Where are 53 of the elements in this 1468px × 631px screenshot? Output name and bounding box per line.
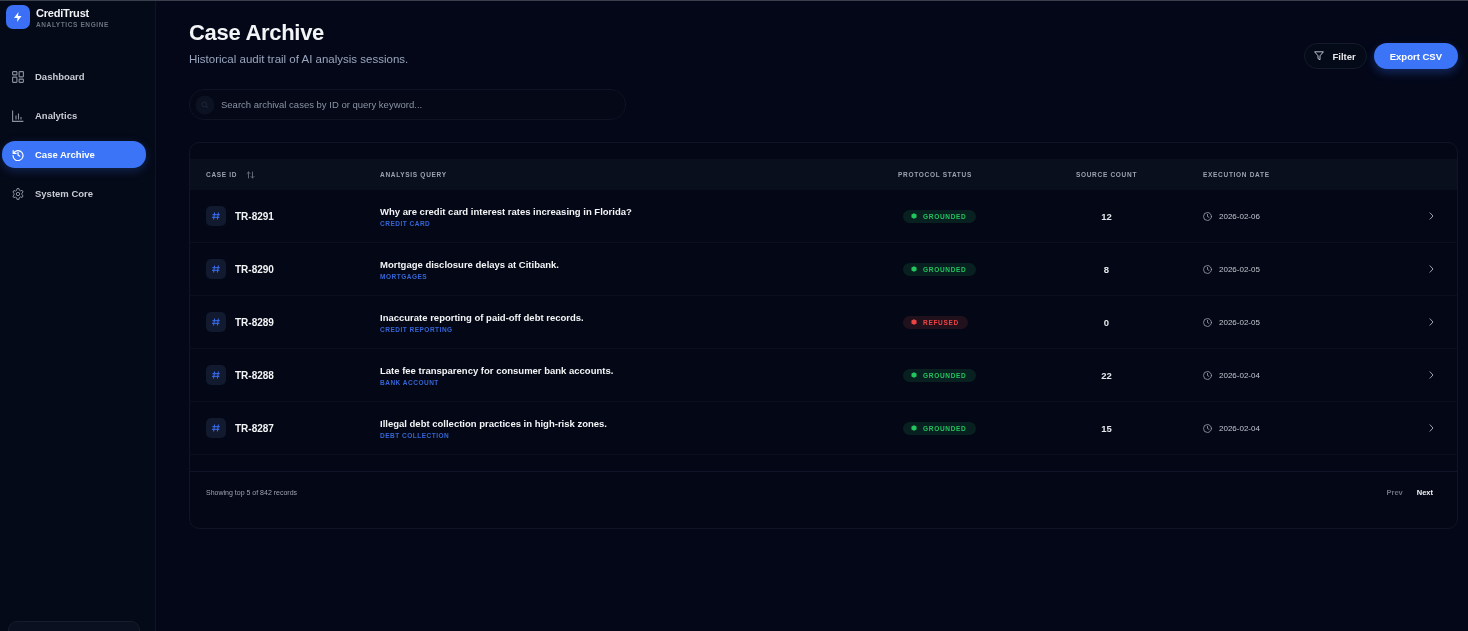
hash-icon (206, 418, 226, 438)
source-count: 0 (1103, 316, 1110, 328)
execution-date: 2026-02-04 (1219, 423, 1260, 433)
grid-icon (12, 70, 24, 83)
query-text: Why are credit card interest rates increasing in Florida? (380, 205, 632, 217)
clock-icon (1203, 370, 1212, 380)
search-icon (195, 94, 215, 115)
case-id: TR-8287 (235, 422, 274, 434)
clock-icon (1203, 264, 1212, 274)
execution-date: 2026-02-05 (1219, 317, 1260, 327)
search-field[interactable]: Search archival cases by ID or query keyword... (189, 89, 626, 120)
filter-icon (1313, 51, 1324, 61)
sidebar-item[interactable]: System Core (2, 180, 146, 207)
case-id: TR-8288 (235, 369, 274, 381)
execution-date: 2026-02-06 (1219, 211, 1260, 221)
filter-button[interactable]: Filter (1303, 43, 1367, 69)
hash-icon (206, 259, 226, 279)
sidebar-item[interactable]: Case Archive (2, 141, 146, 168)
source-count: 15 (1101, 422, 1112, 434)
chevron-right-icon[interactable] (1429, 318, 1434, 326)
query-text: Mortgage disclosure delays at Citibank. (380, 258, 559, 270)
brand-name: CrediTrust (36, 6, 90, 19)
clock-icon (1203, 423, 1212, 433)
sort-icon[interactable] (246, 170, 256, 179)
case-id: TR-8289 (235, 316, 274, 328)
export-button[interactable]: Export CSV (1373, 43, 1458, 69)
sidebar-item[interactable]: Analytics (2, 102, 146, 129)
chevron-right-icon[interactable] (1429, 212, 1434, 220)
case-id: TR-8290 (235, 263, 274, 275)
source-count: 12 (1101, 210, 1112, 222)
hash-icon (206, 312, 226, 332)
query-text: Illegal debt collection practices in high-risk zones. (380, 417, 607, 429)
source-count: 22 (1101, 369, 1112, 381)
bar-chart-icon (12, 109, 24, 122)
case-id: TR-8291 (235, 210, 274, 222)
gear-icon (12, 187, 24, 200)
history-icon (12, 148, 24, 161)
hash-icon (206, 206, 226, 226)
hash-icon (206, 365, 226, 385)
clock-icon (1203, 211, 1212, 221)
page-subtitle: Historical audit trail of AI analysis sessions. (189, 53, 409, 65)
page-title: Case Archive (189, 19, 325, 47)
sidebar-item[interactable]: Dashboard (2, 63, 146, 90)
chevron-right-icon[interactable] (1429, 265, 1434, 273)
chevron-right-icon[interactable] (1429, 371, 1434, 379)
query-text: Inaccurate reporting of paid-off debt records. (380, 311, 584, 323)
query-text: Late fee transparency for consumer bank accounts. (380, 364, 614, 376)
execution-date: 2026-02-05 (1219, 264, 1260, 274)
clock-icon (1203, 317, 1212, 327)
bolt-logo-icon (6, 5, 30, 29)
execution-date: 2026-02-04 (1219, 370, 1260, 380)
source-count: 8 (1103, 263, 1110, 275)
chevron-right-icon[interactable] (1429, 424, 1434, 432)
